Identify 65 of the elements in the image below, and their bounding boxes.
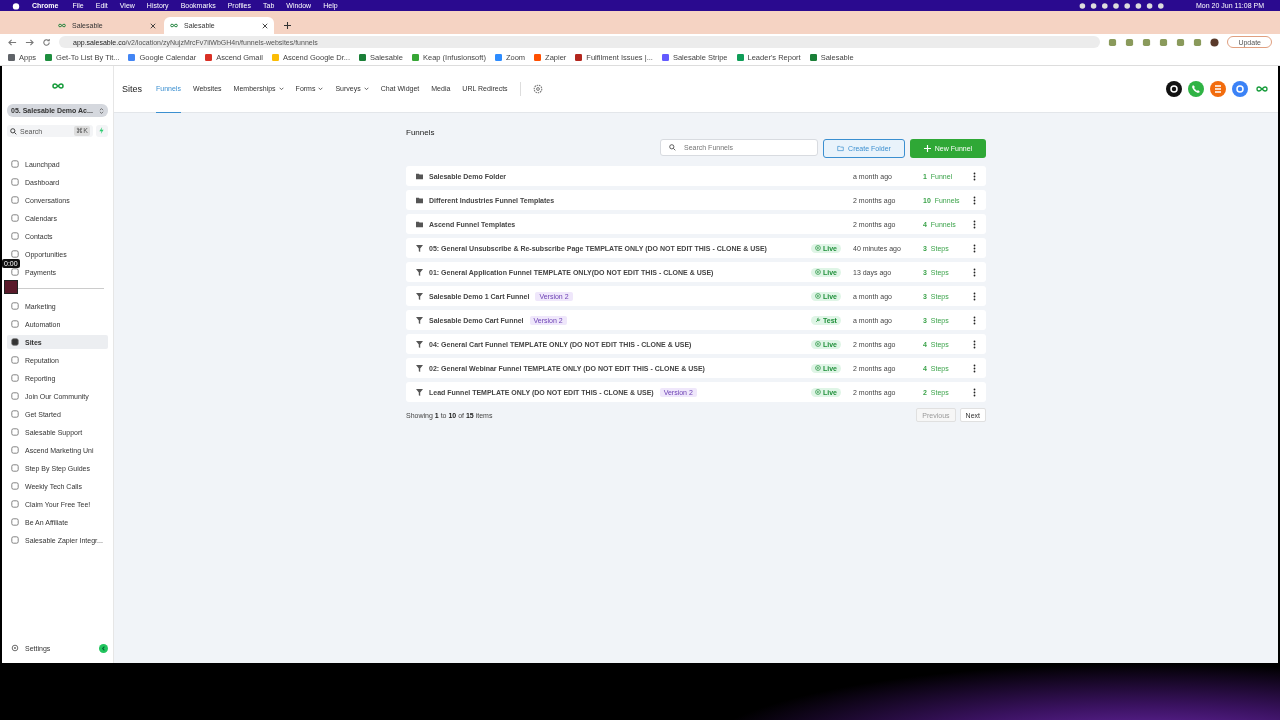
lightning-icon [98, 127, 105, 134]
square-icon [11, 196, 19, 204]
square-icon [11, 338, 19, 346]
square-icon [11, 320, 19, 328]
more-options-icon[interactable] [973, 339, 976, 349]
square-icon [11, 536, 19, 544]
more-options-icon[interactable] [973, 267, 976, 277]
chevron-updown-icon [99, 106, 104, 115]
more-options-icon[interactable] [973, 195, 976, 205]
square-icon [11, 374, 19, 382]
more-options-icon[interactable] [973, 363, 976, 373]
page-title: Sites [122, 84, 142, 94]
folder-icon [416, 220, 423, 228]
search-icon [669, 144, 676, 151]
funnel-icon [416, 292, 423, 300]
more-options-icon[interactable] [973, 243, 976, 253]
square-icon [11, 518, 19, 526]
settings-icon[interactable] [532, 84, 543, 94]
new-tab-icon[interactable] [284, 22, 291, 29]
square-icon [11, 410, 19, 418]
funnel-icon [416, 388, 423, 396]
square-icon [11, 500, 19, 508]
square-icon [11, 160, 19, 168]
funnel-icon [416, 316, 423, 324]
settings-icon [11, 644, 19, 652]
more-options-icon[interactable] [973, 291, 976, 301]
more-options-icon[interactable] [973, 315, 976, 325]
infinity-icon [170, 23, 178, 28]
close-icon[interactable] [150, 22, 156, 29]
infinity-icon [58, 23, 66, 28]
funnel-icon [416, 364, 423, 372]
funnel-icon [416, 340, 423, 348]
reload-icon[interactable] [42, 37, 51, 47]
square-icon [11, 178, 19, 186]
square-icon [11, 464, 19, 472]
funnel-icon [416, 244, 423, 252]
square-icon [11, 356, 19, 364]
phone-button[interactable] [1188, 81, 1204, 97]
square-icon [11, 482, 19, 490]
folder-icon [837, 145, 845, 152]
more-options-icon[interactable] [973, 387, 976, 397]
square-icon [11, 250, 19, 258]
more-options-icon[interactable] [973, 171, 976, 181]
square-icon [11, 302, 19, 310]
square-icon [11, 268, 19, 276]
square-icon [11, 428, 19, 436]
square-icon [11, 214, 19, 222]
square-icon [11, 392, 19, 400]
infinity-logo-icon [51, 82, 64, 90]
more-options-icon[interactable] [973, 219, 976, 229]
section-title: Funnels [406, 128, 436, 137]
folder-icon [416, 196, 423, 204]
close-icon[interactable] [262, 22, 268, 29]
square-icon [11, 232, 19, 240]
search-icon [10, 127, 17, 135]
collapse-button[interactable] [99, 643, 108, 653]
plus-icon [923, 145, 931, 152]
funnel-icon [416, 268, 423, 276]
help-button[interactable] [1166, 81, 1182, 97]
notifications-button[interactable] [1210, 81, 1226, 97]
forward-icon[interactable] [25, 37, 34, 47]
back-icon[interactable] [8, 37, 17, 47]
square-icon [11, 446, 19, 454]
avatar-icon[interactable] [1210, 37, 1220, 47]
folder-icon [416, 172, 423, 180]
